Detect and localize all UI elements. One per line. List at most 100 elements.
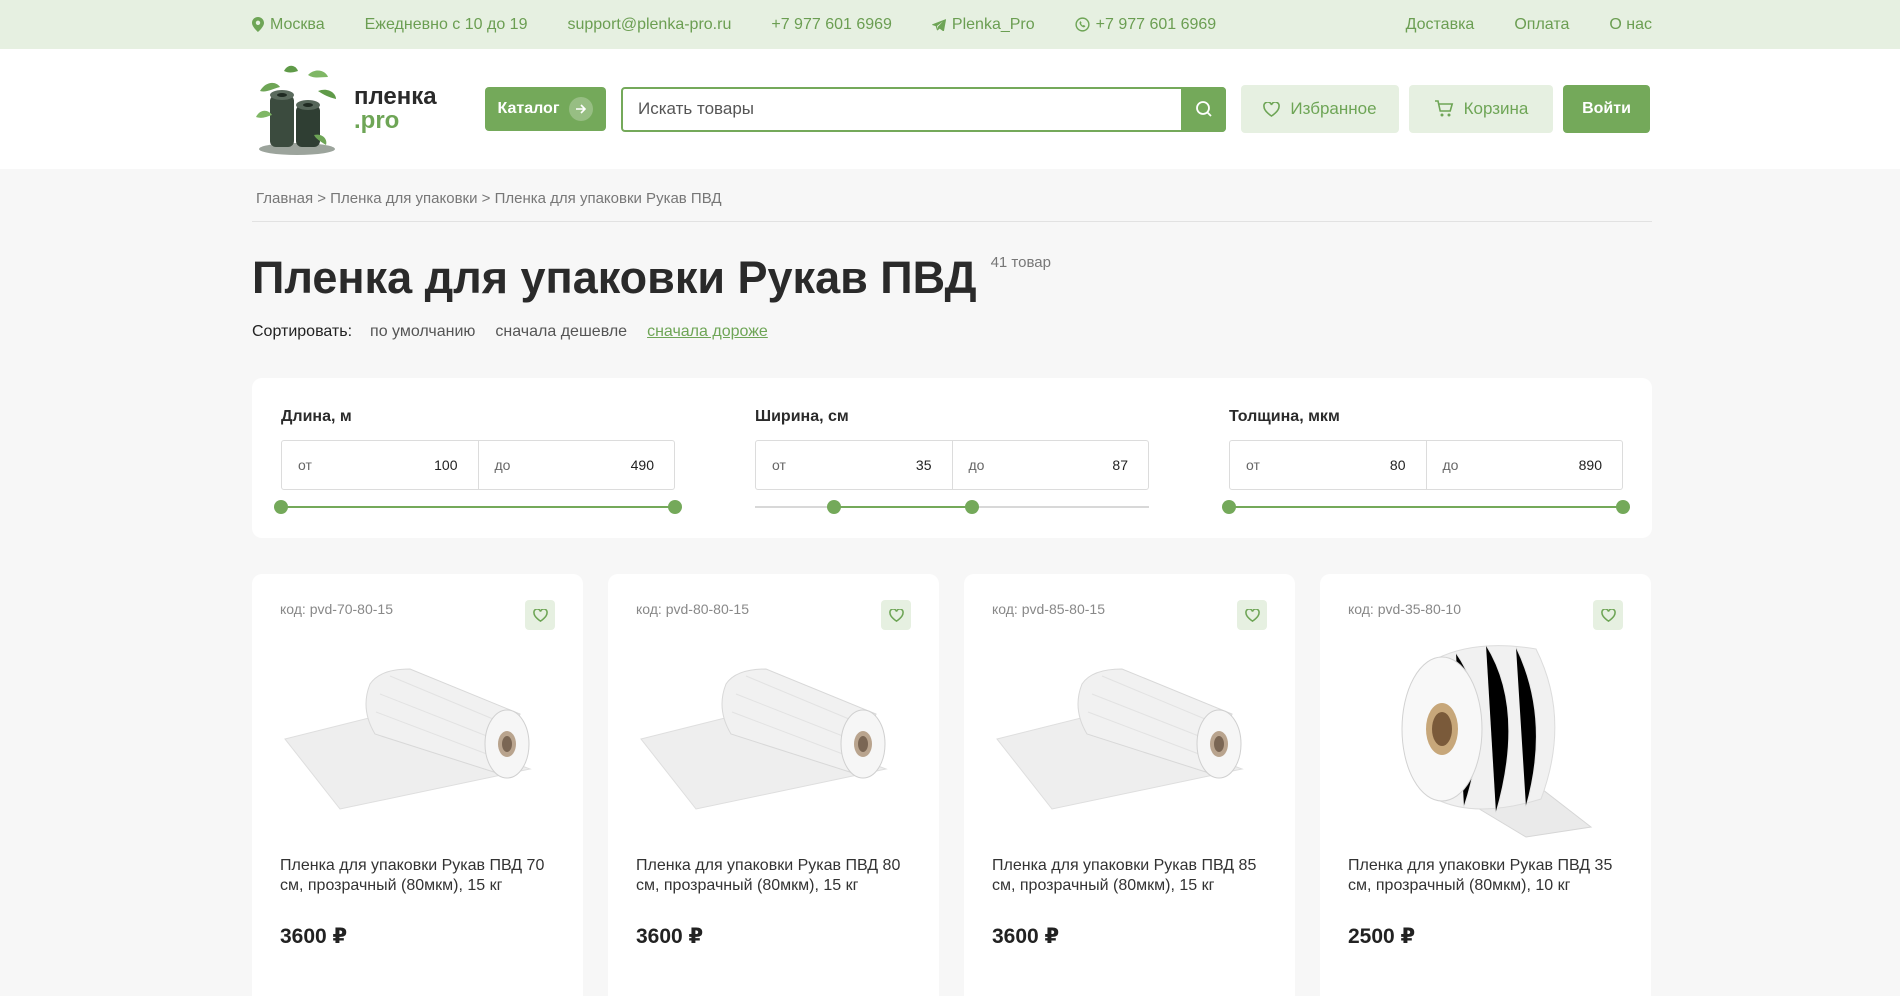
from-prefix: от: [298, 457, 312, 473]
city-label: Москва: [270, 15, 325, 33]
product-name[interactable]: Пленка для упаковки Рукав ПВД 35 см, про…: [1348, 856, 1623, 896]
slider-handle-min[interactable]: [274, 500, 288, 514]
filter-label: Длина, м: [281, 408, 352, 425]
slider-fill: [1229, 506, 1623, 508]
sort-label: Сортировать:: [252, 323, 353, 340]
filter-thickness: Толщина, мкм от 80 до 890: [1222, 408, 1630, 538]
add-to-favorites-button[interactable]: [1593, 600, 1623, 630]
product-code: код: pvd-85-80-15: [992, 601, 1105, 617]
product-card[interactable]: код: pvd-70-80-15 Пленка для упаковки Ру…: [252, 574, 583, 996]
slider-fill: [833, 506, 972, 508]
nav-delivery[interactable]: Доставка: [1406, 16, 1475, 34]
cart-icon: [1434, 100, 1453, 117]
product-name[interactable]: Пленка для упаковки Рукав ПВД 70 см, про…: [280, 856, 555, 896]
product-image[interactable]: [1348, 644, 1623, 838]
product-name[interactable]: Пленка для упаковки Рукав ПВД 85 см, про…: [992, 856, 1267, 896]
favorites-label: Избранное: [1290, 99, 1377, 118]
to-value: 490: [630, 457, 654, 473]
breadcrumb[interactable]: Главная > Пленка для упаковки > Пленка д…: [252, 169, 1652, 207]
filter-from-input[interactable]: от 80: [1230, 441, 1426, 489]
logo[interactable]: пленка .pro: [252, 61, 485, 157]
from-value: 80: [1389, 457, 1406, 473]
to-value: 890: [1578, 457, 1602, 473]
product-code: код: pvd-70-80-15: [280, 601, 393, 617]
add-to-favorites-button[interactable]: [881, 600, 911, 630]
product-image[interactable]: [992, 651, 1267, 826]
product-code: код: pvd-80-80-15: [636, 601, 749, 617]
product-card[interactable]: код: pvd-85-80-15 Пленка для упаковки Ру…: [964, 574, 1295, 996]
top-bar: Москва Ежедневно с 10 до 19 support@plen…: [0, 0, 1900, 49]
divider: [252, 221, 1652, 222]
product-image[interactable]: [280, 651, 555, 826]
sort-options: Сортировать: по умолчанию сначала дешевл…: [252, 323, 1652, 341]
filter-label: Толщина, мкм: [1229, 408, 1340, 425]
cart-button[interactable]: Корзина: [1409, 85, 1553, 133]
to-prefix: до: [968, 457, 985, 473]
filter-to-input[interactable]: до 490: [477, 441, 675, 489]
slider-handle-max[interactable]: [964, 500, 979, 514]
email-label: support@plenka-pro.ru: [567, 15, 732, 33]
search-icon: [1195, 101, 1212, 117]
search-button[interactable]: [1181, 86, 1226, 132]
whatsapp-icon: [1075, 17, 1090, 32]
slider-fill: [281, 506, 675, 508]
title-row: Пленка для упаковки Рукав ПВД 41 товар: [252, 252, 1652, 304]
email-link[interactable]: support@plenka-pro.ru: [567, 16, 731, 34]
range-slider: [755, 500, 1149, 514]
from-value: 100: [434, 457, 458, 473]
slider-handle-max[interactable]: [668, 500, 682, 514]
filter-to-input[interactable]: до 890: [1425, 441, 1623, 489]
range-slider: [1222, 500, 1630, 514]
sort-expensive-first[interactable]: сначала дороже: [647, 323, 768, 341]
slider-handle-max[interactable]: [1616, 500, 1630, 514]
product-price: 3600 ₽: [280, 925, 348, 948]
filter-from-input[interactable]: от 35: [756, 441, 952, 489]
search-input[interactable]: [623, 88, 1181, 130]
filter-range-inputs: от 80 до 890: [1229, 440, 1623, 490]
film-roll-flat-image: [284, 667, 532, 810]
product-price: 2500 ₽: [1348, 925, 1416, 948]
product-code: код: pvd-35-80-10: [1348, 601, 1461, 617]
product-name[interactable]: Пленка для упаковки Рукав ПВД 80 см, про…: [636, 856, 911, 896]
logo-line-1: пленка: [354, 83, 437, 110]
working-hours-label: Ежедневно с 10 до 19: [364, 15, 528, 33]
filter-from-input[interactable]: от 100: [282, 441, 478, 489]
heart-icon: [888, 608, 904, 622]
product-card[interactable]: код: pvd-35-80-10 Пленка для упаковки Ру…: [1320, 574, 1651, 996]
filter-width: Ширина, см от 35 до 87: [755, 408, 1149, 538]
logo-line-2: .pro: [354, 107, 400, 134]
heart-icon: [532, 608, 548, 622]
phone-link[interactable]: +7 977 601 6969: [771, 16, 892, 34]
sort-default[interactable]: по умолчанию: [370, 323, 475, 341]
telegram-link[interactable]: Plenka_Pro: [931, 16, 1035, 34]
filter-range-inputs: от 35 до 87: [755, 440, 1149, 490]
sort-cheaper-first[interactable]: сначала дешевле: [495, 323, 627, 341]
product-card[interactable]: код: pvd-80-80-15 Пленка для упаковки Ру…: [608, 574, 939, 996]
city-link[interactable]: Москва: [252, 16, 325, 34]
nav-payment[interactable]: Оплата: [1514, 16, 1569, 34]
location-pin-icon: [252, 17, 264, 32]
working-hours: Ежедневно с 10 до 19: [365, 16, 528, 34]
whatsapp-link[interactable]: +7 977 601 6969: [1075, 15, 1217, 34]
film-roll-standing-image: [1401, 644, 1592, 838]
product-image[interactable]: [636, 651, 911, 826]
range-slider: [274, 500, 682, 514]
to-value: 87: [1112, 457, 1128, 473]
cart-label: Корзина: [1463, 99, 1529, 118]
slider-handle-min[interactable]: [826, 500, 841, 514]
filter-range-inputs: от 100 до 490: [281, 440, 675, 490]
favorites-button[interactable]: Избранное: [1241, 85, 1399, 133]
add-to-favorites-button[interactable]: [1237, 600, 1267, 630]
top-nav: Доставка Оплата О нас: [1366, 16, 1652, 34]
filter-to-input[interactable]: до 87: [951, 441, 1149, 489]
nav-about[interactable]: О нас: [1609, 16, 1652, 34]
login-button[interactable]: Войти: [1563, 85, 1650, 133]
logo-text: пленка .pro: [354, 85, 437, 133]
telegram-icon: [931, 18, 946, 31]
catalog-button[interactable]: Каталог: [485, 87, 606, 131]
add-to-favorites-button[interactable]: [525, 600, 555, 630]
filter-length: Длина, м от 100 до 490: [274, 408, 682, 538]
slider-handle-min[interactable]: [1222, 500, 1236, 514]
header: пленка .pro Каталог Избранное Корзина Во…: [0, 49, 1900, 169]
whatsapp-label: +7 977 601 6969: [1095, 15, 1217, 33]
